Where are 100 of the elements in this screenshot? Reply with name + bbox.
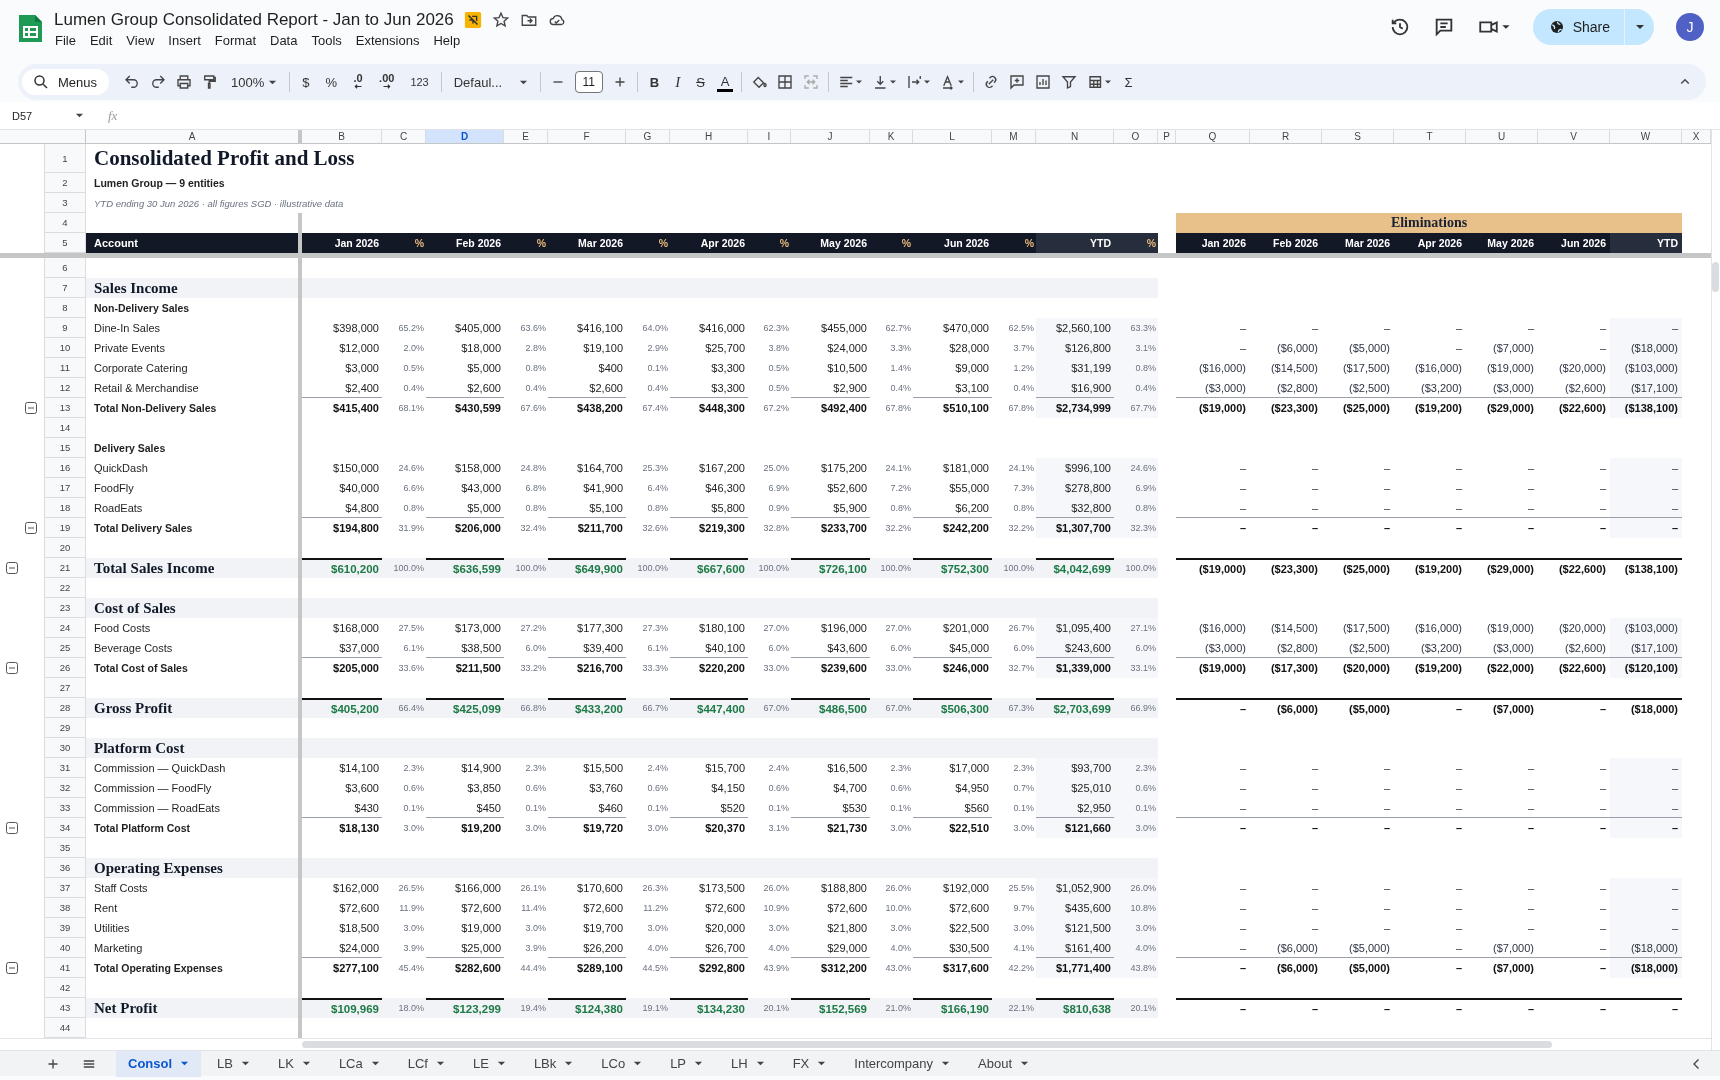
sheet-tab[interactable]: LE [460, 1050, 518, 1077]
menu-item[interactable]: Help [426, 33, 468, 48]
column-header[interactable]: I [748, 130, 791, 143]
merge-cells-icon[interactable] [802, 73, 821, 91]
column-header[interactable]: O [1114, 130, 1158, 143]
text-color-button[interactable]: A [716, 72, 734, 92]
row-number[interactable]: 33 [44, 798, 86, 818]
sheet-tab[interactable]: About [966, 1050, 1042, 1077]
column-header[interactable]: G [626, 130, 670, 143]
print-icon[interactable] [175, 73, 194, 91]
column-header[interactable]: H [670, 130, 748, 143]
table-icon[interactable] [1086, 73, 1113, 91]
row-number[interactable]: 42 [44, 978, 86, 998]
sheets-logo-icon[interactable] [16, 14, 44, 44]
row-number[interactable]: 1 [44, 144, 86, 173]
filter-icon[interactable] [1060, 73, 1079, 91]
menus-search-field[interactable]: Menus [22, 69, 110, 95]
row-number[interactable]: 28 [44, 698, 86, 718]
row-number[interactable]: 2 [44, 173, 86, 193]
column-header[interactable]: S [1322, 130, 1394, 143]
collapse-group-icon[interactable] [6, 822, 18, 834]
row-number[interactable]: 3 [44, 193, 86, 213]
menu-item[interactable]: Tools [304, 33, 349, 48]
decrease-decimal-button[interactable]: .0 [349, 72, 368, 92]
zoom-dropdown[interactable]: 100% [227, 72, 282, 92]
row-number[interactable]: 7 [44, 278, 86, 298]
column-header[interactable]: L [913, 130, 992, 143]
row-number[interactable]: 15 [44, 438, 86, 458]
column-header[interactable]: W [1610, 130, 1682, 143]
row-number[interactable]: 16 [44, 458, 86, 478]
row-number[interactable]: 23 [44, 598, 86, 618]
sheet-tab[interactable]: LBk [521, 1050, 586, 1077]
bold-button[interactable]: B [645, 72, 664, 92]
percent-button[interactable]: % [321, 72, 342, 92]
row-number[interactable]: 32 [44, 778, 86, 798]
row-number[interactable]: 20 [44, 538, 86, 558]
row-number[interactable]: 6 [44, 258, 86, 278]
row-number[interactable]: 38 [44, 898, 86, 918]
redo-icon[interactable] [149, 73, 168, 91]
column-header[interactable]: D [426, 130, 504, 143]
menu-item[interactable]: File [48, 33, 83, 48]
row-number[interactable]: 43 [44, 998, 86, 1018]
collapse-group-icon[interactable] [25, 402, 37, 414]
row-number[interactable]: 27 [44, 678, 86, 698]
chart-icon[interactable] [1034, 73, 1053, 91]
italic-button[interactable]: I [671, 71, 685, 93]
row-number[interactable]: 24 [44, 618, 86, 638]
column-header[interactable]: V [1538, 130, 1610, 143]
row-number[interactable]: 12 [44, 378, 86, 398]
menu-item[interactable]: Edit [82, 33, 120, 48]
column-header[interactable]: F [548, 130, 626, 143]
column-header[interactable]: K [870, 130, 913, 143]
row-number[interactable]: 14 [44, 418, 86, 438]
row-number[interactable]: 26 [44, 658, 86, 678]
row-number[interactable]: 9 [44, 318, 86, 338]
row-number[interactable]: 8 [44, 298, 86, 318]
collapse-group-icon[interactable] [6, 662, 18, 674]
document-title[interactable]: Lumen Group Consolidated Report - Jan to Jun 2026 [54, 10, 454, 30]
menu-item[interactable]: Format [207, 33, 263, 48]
menu-item[interactable]: Data [263, 33, 305, 48]
row-number[interactable]: 39 [44, 918, 86, 938]
column-header[interactable]: M [992, 130, 1036, 143]
row-number[interactable]: 44 [44, 1018, 86, 1038]
share-button[interactable]: Share [1532, 9, 1624, 45]
column-header[interactable]: N [1036, 130, 1114, 143]
row-number[interactable]: 30 [44, 738, 86, 758]
row-number[interactable]: 31 [44, 758, 86, 778]
text-wrap-icon[interactable] [905, 73, 932, 91]
row-number[interactable]: 41 [44, 958, 86, 978]
row-number[interactable]: 13 [44, 398, 86, 418]
strikethrough-button[interactable]: S [692, 72, 709, 92]
add-comment-icon[interactable] [1008, 73, 1027, 91]
sheet-tab[interactable]: LK [265, 1050, 323, 1077]
menu-item[interactable]: Extensions [348, 33, 427, 48]
column-header[interactable]: Q [1176, 130, 1250, 143]
column-header[interactable]: R [1250, 130, 1322, 143]
sheet-tab[interactable]: LP [658, 1050, 716, 1077]
menu-item[interactable]: Insert [161, 33, 208, 48]
sheet-tab[interactable]: LCo [589, 1050, 655, 1077]
sheet-tab[interactable]: LH [719, 1050, 777, 1077]
sheet-tab[interactable]: Intercompany [842, 1050, 963, 1077]
currency-button[interactable]: $ [298, 72, 314, 92]
row-number[interactable]: 17 [44, 478, 86, 498]
column-header[interactable]: P [1158, 130, 1176, 143]
column-header[interactable]: J [791, 130, 870, 143]
row-number[interactable]: 22 [44, 578, 86, 598]
column-header[interactable]: E [504, 130, 548, 143]
vertical-scrollbar[interactable] [1712, 262, 1719, 292]
row-number[interactable]: 34 [44, 818, 86, 838]
sheet-tab[interactable]: LCa [326, 1050, 392, 1077]
column-header[interactable]: U [1466, 130, 1538, 143]
sheet-tab[interactable]: FX [780, 1050, 839, 1077]
sheet-tab[interactable]: LCf [395, 1050, 457, 1077]
font-size-field[interactable]: 11 [574, 71, 603, 93]
name-box[interactable]: D57 [0, 109, 84, 122]
slides-badge-icon[interactable] [463, 11, 482, 29]
row-number[interactable]: 5 [44, 233, 86, 253]
row-number[interactable]: 21 [44, 558, 86, 578]
row-number[interactable]: 29 [44, 718, 86, 738]
row-number[interactable]: 11 [44, 358, 86, 378]
